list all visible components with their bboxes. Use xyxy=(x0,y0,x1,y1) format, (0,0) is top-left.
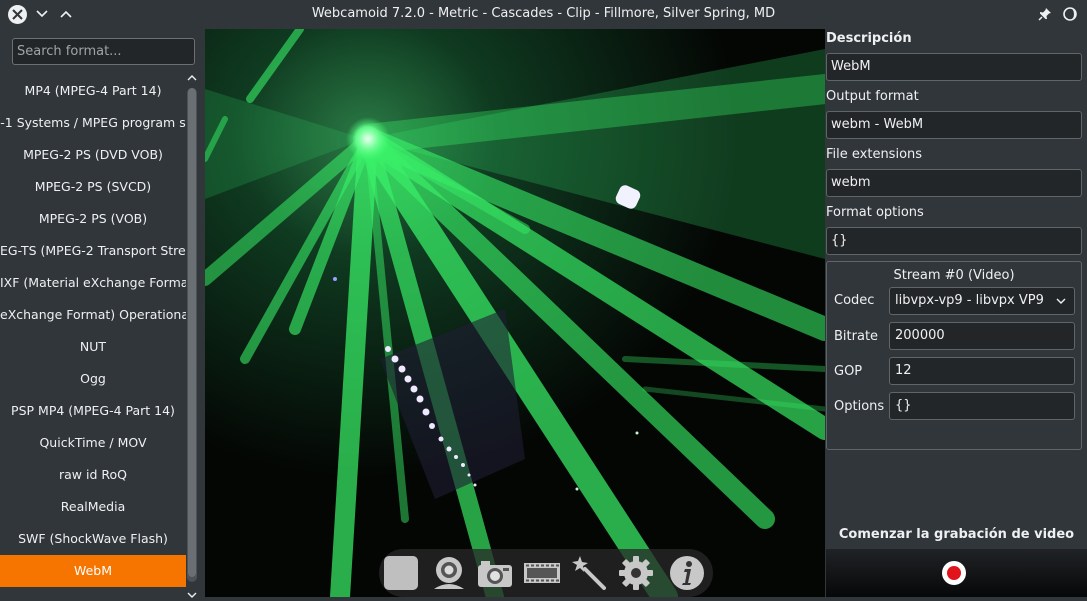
window-title: Webcamoid 7.2.0 - Metric - Cascades - Cl… xyxy=(311,6,776,21)
format-list-item[interactable]: eXchange Format) Operationa xyxy=(0,299,186,331)
format-list-item-label: -1 Systems / MPEG program s xyxy=(0,115,186,130)
format-list-item[interactable]: RealMedia xyxy=(0,491,186,523)
codec-select[interactable]: libvpx-vp9 - libvpx VP9 xyxy=(889,287,1075,315)
format-list-item[interactable]: PSP MP4 (MPEG-4 Part 14) xyxy=(0,395,186,427)
format-list-item-label: RealMedia xyxy=(60,499,126,514)
codec-label: Codec xyxy=(834,293,875,308)
theme-button[interactable] xyxy=(1062,6,1078,22)
description-field[interactable]: WebM xyxy=(826,53,1082,81)
playback-toolbar xyxy=(379,549,713,597)
file-extensions-field[interactable]: webm xyxy=(826,169,1082,197)
pin-icon xyxy=(1038,8,1051,21)
scroll-down-arrow-icon[interactable] xyxy=(186,589,198,601)
format-list-item-label: SWF (ShockWave Flash) xyxy=(18,531,168,546)
laser-show-image xyxy=(205,29,825,597)
format-list-item[interactable]: Ogg xyxy=(0,363,186,395)
record-button[interactable] xyxy=(942,561,966,585)
snapshot-button[interactable] xyxy=(477,555,513,591)
film-icon xyxy=(524,563,560,583)
format-sidebar: MatroskaMP4 (MPEG-4 Part 14)-1 Systems /… xyxy=(0,29,203,601)
stream-title: Stream #0 (Video) xyxy=(893,268,1015,283)
title-bar: Webcamoid 7.2.0 - Metric - Cascades - Cl… xyxy=(0,0,1087,29)
camera-icon xyxy=(478,561,512,587)
format-list-item[interactable]: MPEG-2 PS (SVCD) xyxy=(0,171,186,203)
output-format-field[interactable]: webm - WebM xyxy=(826,111,1082,139)
format-options-label: Format options xyxy=(826,205,924,220)
format-list-item-label: eXchange Format) Operationa xyxy=(0,307,186,322)
about-button[interactable] xyxy=(669,555,705,591)
format-list-item[interactable]: raw id RoQ xyxy=(0,459,186,491)
format-list-item-label: raw id RoQ xyxy=(59,467,127,482)
format-list-item-label: QuickTime / MOV xyxy=(39,435,147,450)
scrollbar-thumb[interactable] xyxy=(188,88,196,577)
file-extensions-label: File extensions xyxy=(826,147,923,162)
effects-button[interactable] xyxy=(571,555,607,591)
format-list-item-label: MP4 (MPEG-4 Part 14) xyxy=(24,83,162,98)
format-list-item-label: WebM xyxy=(73,563,113,578)
video-preview xyxy=(205,29,825,597)
app-window: Webcamoid 7.2.0 - Metric - Cascades - Cl… xyxy=(0,0,1087,601)
format-list-item-label: MPEG-2 PS (SVCD) xyxy=(34,179,152,194)
webcam-icon xyxy=(434,557,464,589)
stop-icon xyxy=(384,556,418,590)
scroll-up-arrow-icon[interactable] xyxy=(186,72,198,84)
format-list-item-label: MPEG-2 PS (DVD VOB) xyxy=(23,147,163,162)
gear-icon xyxy=(619,556,653,590)
bitrate-field[interactable]: 200000 xyxy=(889,322,1075,350)
stream-config-box: Stream #0 (Video) Codec libvpx-vp9 - lib… xyxy=(826,261,1082,450)
chevron-down-icon xyxy=(1056,298,1066,304)
webcam-button[interactable] xyxy=(430,555,466,591)
format-scrollbar[interactable] xyxy=(186,72,198,601)
format-list-item[interactable]: MP4 (MPEG-4 Part 14) xyxy=(0,75,186,107)
options-field[interactable]: {} xyxy=(889,392,1075,420)
info-icon xyxy=(670,556,704,590)
record-bar xyxy=(826,549,1087,597)
format-list-item[interactable]: MPEG-2 PS (DVD VOB) xyxy=(0,139,186,171)
format-details-panel: Descripción WebM Output format webm - We… xyxy=(826,29,1087,601)
search-input[interactable] xyxy=(12,38,195,65)
record-video-button[interactable] xyxy=(524,555,560,591)
settings-button[interactable] xyxy=(618,555,654,591)
pin-button[interactable] xyxy=(1037,6,1053,22)
format-list-item-label: NUT xyxy=(79,339,107,354)
format-list-item-label: EG-TS (MPEG-2 Transport Strea xyxy=(0,243,186,258)
format-list-item[interactable]: WebM xyxy=(0,555,186,587)
codec-value: libvpx-vp9 - libvpx VP9 xyxy=(895,293,1044,308)
format-list-item[interactable]: QuickTime / MOV xyxy=(0,427,186,459)
bitrate-label: Bitrate xyxy=(834,329,879,344)
format-list-item[interactable]: IXF (Material eXchange Forma xyxy=(0,267,186,299)
output-format-label: Output format xyxy=(826,89,919,104)
description-label: Descripción xyxy=(826,31,912,46)
gop-label: GOP xyxy=(834,364,863,379)
stop-button[interactable] xyxy=(383,555,419,591)
format-list-item-label: Ogg xyxy=(80,371,106,386)
format-list-item-label: MPEG-2 PS (VOB) xyxy=(38,211,148,226)
format-list-item-label: PSP MP4 (MPEG-4 Part 14) xyxy=(11,403,175,418)
scrollbar-track[interactable] xyxy=(187,88,197,582)
format-options-field[interactable]: {} xyxy=(826,227,1082,255)
record-label: Comenzar la grabación de video xyxy=(838,527,1075,542)
gop-field[interactable]: 12 xyxy=(889,357,1075,385)
format-list-item[interactable]: -1 Systems / MPEG program s xyxy=(0,107,186,139)
format-list: MatroskaMP4 (MPEG-4 Part 14)-1 Systems /… xyxy=(0,58,186,601)
options-label: Options xyxy=(834,399,885,414)
magic-wand-icon xyxy=(572,556,606,590)
format-list-item[interactable]: MPEG-2 PS (VOB) xyxy=(0,203,186,235)
format-list-item-label: IXF (Material eXchange Forma xyxy=(0,275,186,290)
format-list-item[interactable]: SWF (ShockWave Flash) xyxy=(0,523,186,555)
format-list-item[interactable]: EG-TS (MPEG-2 Transport Strea xyxy=(0,235,186,267)
moon-icon xyxy=(1063,7,1077,21)
record-icon xyxy=(947,566,961,580)
format-list-item[interactable]: NUT xyxy=(0,331,186,363)
